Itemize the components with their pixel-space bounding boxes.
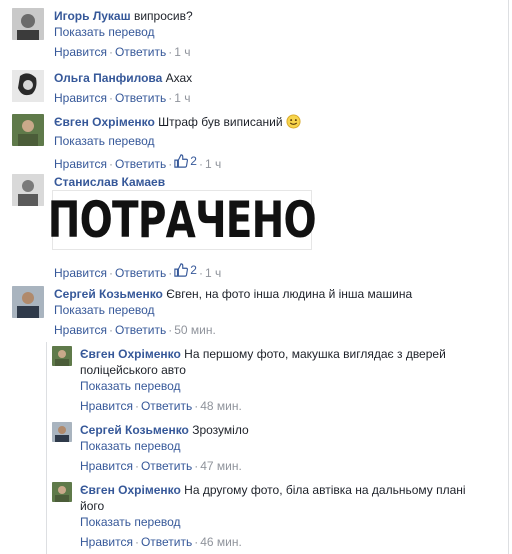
separator: · <box>134 535 139 549</box>
separator: · <box>168 266 173 280</box>
comment-author[interactable]: Ольга Панфилова <box>54 71 162 85</box>
avatar[interactable] <box>12 286 44 318</box>
like-link[interactable]: Нравится <box>80 399 133 413</box>
comment-actions: Нравится · Ответить · 1 ч <box>54 44 494 60</box>
comment-text: Штраф був виписаний <box>158 115 283 129</box>
separator: · <box>108 45 113 59</box>
reply-time[interactable]: 48 мин. <box>200 399 242 413</box>
like-link[interactable]: Нравится <box>54 323 107 337</box>
comment-time[interactable]: 1 ч <box>174 45 190 59</box>
like-count-number: 2 <box>190 154 197 168</box>
reply-text: Зрозуміло <box>192 423 249 437</box>
reply-link[interactable]: Ответить <box>115 323 166 337</box>
separator: · <box>134 399 139 413</box>
comment-time[interactable]: 1 ч <box>205 266 221 280</box>
separator: · <box>134 459 139 473</box>
show-translation-link[interactable]: Показать перевод <box>80 514 500 530</box>
reply-link[interactable]: Ответить <box>141 399 192 413</box>
comment-actions: Нравится · Ответить · 2 · 1 ч <box>54 153 494 172</box>
right-border <box>508 0 509 554</box>
thumbs-up-icon <box>174 263 189 277</box>
comment-actions: Нравится · Ответить · 50 мин. <box>54 322 494 338</box>
separator: · <box>108 323 113 337</box>
avatar[interactable] <box>12 174 44 206</box>
separator: · <box>108 91 113 105</box>
separator: · <box>168 157 173 171</box>
reply-time[interactable]: 47 мин. <box>200 459 242 473</box>
comment-actions: Нравится · Ответить · 1 ч <box>54 90 494 106</box>
show-translation-link[interactable]: Показать перевод <box>80 378 500 394</box>
separator: · <box>108 266 113 280</box>
like-link[interactable]: Нравится <box>54 45 107 59</box>
separator: · <box>108 157 113 171</box>
reply-text: На першому фото, макушка виглядає з двер… <box>184 347 446 361</box>
comment-text: випросив? <box>133 9 193 23</box>
avatar[interactable] <box>52 346 72 366</box>
comment-author[interactable]: Станислав Камаев <box>54 175 165 189</box>
reply-actions: Нравится · Ответить · 46 мин. <box>80 534 500 550</box>
avatar[interactable] <box>12 8 44 40</box>
reply-author[interactable]: Сергей Козьменко <box>80 423 189 437</box>
like-link[interactable]: Нравится <box>54 266 107 280</box>
avatar[interactable] <box>12 70 44 102</box>
reply-link[interactable]: Ответить <box>141 535 192 549</box>
like-link[interactable]: Нравится <box>54 91 107 105</box>
comment-text: Ахах <box>165 71 193 85</box>
avatar[interactable] <box>52 482 72 502</box>
reply-text: На другому фото, біла автівка на дальньо… <box>184 483 466 497</box>
reply-actions: Нравится · Ответить · 47 мин. <box>80 458 500 474</box>
reply-time[interactable]: 46 мин. <box>200 535 242 549</box>
sticker-text: ПОТРАЧЕНО <box>47 191 317 249</box>
comment-author[interactable]: Игорь Лукаш <box>54 9 131 23</box>
separator: · <box>198 157 203 171</box>
reply-actions: Нравится · Ответить · 48 мин. <box>80 398 500 414</box>
separator: · <box>198 266 203 280</box>
reply-text-cont: його <box>80 499 105 513</box>
like-count-number: 2 <box>190 263 197 277</box>
reply-text-cont: поліцейського авто <box>80 363 186 377</box>
avatar[interactable] <box>12 114 44 146</box>
thumbs-up-icon <box>174 154 189 168</box>
show-translation-link[interactable]: Показать перевод <box>54 133 494 149</box>
show-translation-link[interactable]: Показать перевод <box>54 302 494 318</box>
like-count[interactable]: 2 <box>174 262 197 278</box>
comment-time[interactable]: 1 ч <box>205 157 221 171</box>
like-link[interactable]: Нравится <box>80 535 133 549</box>
reply-link[interactable]: Ответить <box>115 157 166 171</box>
avatar[interactable] <box>52 422 72 442</box>
smile-emoji-icon <box>286 114 301 133</box>
show-translation-link[interactable]: Показать перевод <box>80 438 500 454</box>
comment-actions: Нравится · Ответить · 2 · 1 ч <box>54 262 494 281</box>
show-translation-link[interactable]: Показать перевод <box>54 24 494 40</box>
reply-link[interactable]: Ответить <box>115 266 166 280</box>
like-link[interactable]: Нравится <box>80 459 133 473</box>
reply-link[interactable]: Ответить <box>115 45 166 59</box>
reply-link[interactable]: Ответить <box>115 91 166 105</box>
comment-author[interactable]: Сергей Козьменко <box>54 287 163 301</box>
comment-time[interactable]: 1 ч <box>174 91 190 105</box>
comment-author[interactable]: Євген Охріменко <box>54 115 155 129</box>
like-link[interactable]: Нравится <box>54 157 107 171</box>
reply-thread-line <box>46 342 47 554</box>
like-count[interactable]: 2 <box>174 153 197 169</box>
comment-time[interactable]: 50 мин. <box>174 323 216 337</box>
sticker-image[interactable]: ПОТРАЧЕНО <box>48 190 317 250</box>
reply-author[interactable]: Євген Охріменко <box>80 347 181 361</box>
reply-link[interactable]: Ответить <box>141 459 192 473</box>
reply-author[interactable]: Євген Охріменко <box>80 483 181 497</box>
comment-text: Євген, на фото інша людина й інша машина <box>166 287 413 301</box>
